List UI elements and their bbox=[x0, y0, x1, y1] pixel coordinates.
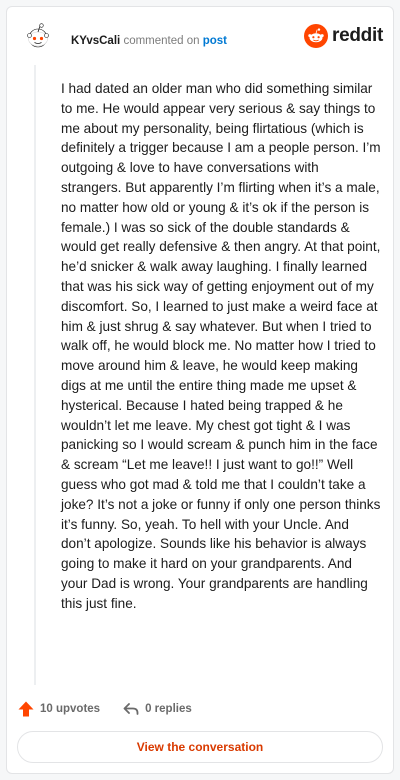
comment-card: KYvsCali commented on post reddit I had … bbox=[6, 6, 394, 774]
view-conversation-button[interactable]: View the conversation bbox=[17, 731, 383, 763]
upvote-button[interactable]: 10 upvotes bbox=[17, 700, 100, 718]
action-text: commented on bbox=[123, 35, 200, 47]
comment-actions: 10 upvotes 0 replies bbox=[17, 697, 192, 721]
avatar[interactable] bbox=[23, 21, 53, 51]
comment-body: I had dated an older man who did somethi… bbox=[61, 81, 381, 611]
upvotes-count: 10 upvotes bbox=[40, 703, 101, 715]
upvote-arrow-icon bbox=[18, 701, 34, 717]
comment-meta: KYvsCali commented on post bbox=[71, 35, 227, 47]
username-link[interactable]: KYvsCali bbox=[71, 35, 120, 47]
reddit-snoo-icon bbox=[304, 24, 329, 48]
brand-name: reddit bbox=[332, 25, 383, 46]
post-link[interactable]: post bbox=[203, 35, 227, 47]
reddit-brand[interactable]: reddit bbox=[304, 23, 383, 49]
reply-arrow-icon bbox=[123, 703, 139, 715]
comment-header: KYvsCali commented on post reddit bbox=[17, 17, 383, 57]
thread-line[interactable] bbox=[34, 65, 36, 685]
replies-button[interactable]: 0 replies bbox=[122, 700, 192, 718]
replies-count: 0 replies bbox=[145, 703, 192, 715]
